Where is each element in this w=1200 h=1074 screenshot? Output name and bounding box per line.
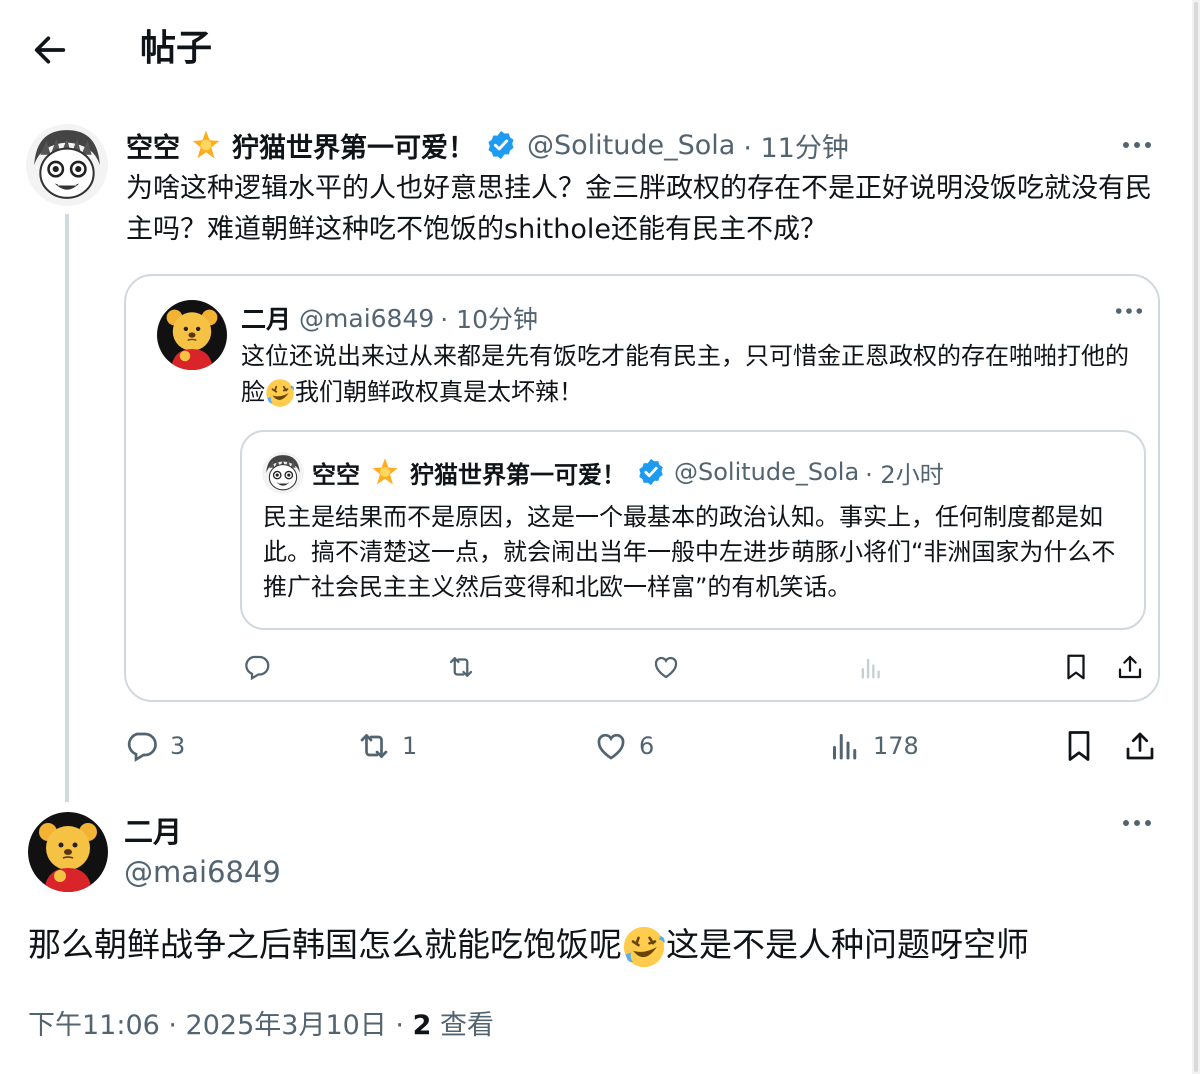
- post-meta: 下午11:06 · 2025年3月10日 · 2 查看: [28, 1004, 494, 1048]
- nested-post-header: 空空 狞猫世界第一可爱！ @Solitude_Sola · 2小时: [312, 452, 944, 492]
- bookmark-icon: [1061, 728, 1097, 764]
- display-name[interactable]: 空空: [312, 455, 360, 490]
- quoted-text-part: 我们朝鲜政权真是太坏辣！: [295, 378, 583, 406]
- post-text-part: 那么朝鲜战争之后韩国怎么就能吃饱饭呢: [28, 925, 622, 964]
- display-name[interactable]: 空空: [126, 126, 180, 165]
- verified-badge-icon[interactable]: [485, 129, 517, 161]
- reply-icon: [124, 728, 160, 764]
- like-button[interactable]: 6: [593, 728, 654, 764]
- quoted-repost-button[interactable]: [446, 652, 476, 682]
- user-handle[interactable]: @Solitude_Sola: [527, 130, 735, 161]
- quoted-views-button[interactable]: [857, 654, 885, 682]
- avatar[interactable]: [26, 124, 108, 206]
- like-icon: [593, 728, 629, 764]
- reply-count: 3: [170, 732, 186, 760]
- quoted-reply-button[interactable]: [242, 652, 272, 682]
- post-time[interactable]: · 10分钟: [440, 300, 538, 336]
- more-options-button[interactable]: [1122, 130, 1152, 150]
- share-icon: [1115, 652, 1145, 682]
- scrollbar[interactable]: [1192, 0, 1200, 1074]
- bookmark-icon: [1061, 652, 1091, 682]
- repost-icon: [356, 728, 392, 764]
- more-icon: [1115, 306, 1143, 316]
- user-handle[interactable]: @mai6849: [299, 304, 434, 333]
- nested-post-text: 民主是结果而不是原因，这是一个最基本的政治认知。事实上，任何制度都是如此。搞不清…: [263, 503, 1116, 601]
- views-count: 178: [873, 732, 919, 760]
- views-icon: [857, 654, 885, 682]
- share-icon: [1122, 728, 1158, 764]
- repost-count: 1: [402, 732, 418, 760]
- post-timestamp[interactable]: 下午11:06 · 2025年3月10日 ·: [28, 1010, 413, 1041]
- more-options-button[interactable]: [1115, 306, 1143, 316]
- repost-icon: [446, 652, 476, 682]
- display-name-suffix[interactable]: 狞猫世界第一可爱！: [232, 126, 475, 165]
- more-icon: [1122, 130, 1152, 150]
- bookmark-button[interactable]: [1061, 728, 1097, 764]
- post-text: 为啥这种逻辑水平的人也好意思挂人？金三胖政权的存在不是正好说明没饭吃就没有民主吗…: [126, 173, 1152, 245]
- post-time[interactable]: · 2小时: [865, 455, 944, 490]
- avatar[interactable]: [28, 812, 108, 892]
- more-options-button[interactable]: [1122, 818, 1152, 828]
- user-handle[interactable]: @Solitude_Sola: [674, 458, 859, 486]
- reply-icon: [242, 652, 272, 682]
- reply-button[interactable]: 3: [124, 728, 185, 764]
- display-name[interactable]: 二月: [241, 300, 291, 336]
- verified-badge-icon[interactable]: [636, 457, 666, 487]
- post-time[interactable]: · 11分钟: [743, 126, 849, 165]
- user-handle[interactable]: @mai6849: [124, 852, 281, 892]
- arrow-left-icon: [34, 36, 66, 64]
- share-button[interactable]: [1122, 728, 1158, 764]
- quoted-share-button[interactable]: [1115, 652, 1145, 682]
- like-count: 6: [639, 732, 655, 760]
- avatar[interactable]: [157, 300, 227, 370]
- star-emoji-icon: [190, 129, 222, 161]
- repost-button[interactable]: 1: [356, 728, 417, 764]
- rofl-emoji-icon: [622, 925, 666, 969]
- post-text-part: 这是不是人种问题呀空师: [666, 925, 1029, 964]
- quoted-post-text: 这位还说出来过从来都是先有饭吃才能有民主，只可惜金正恩政权的存在啪啪打他的脸 我们…: [241, 338, 1141, 410]
- quoted-post-header: 二月 @mai6849 · 10分钟: [241, 298, 538, 338]
- like-icon: [651, 652, 681, 682]
- display-name[interactable]: 二月: [124, 812, 182, 852]
- quoted-bookmark-button[interactable]: [1061, 652, 1091, 682]
- back-button[interactable]: [30, 30, 70, 70]
- more-icon: [1122, 818, 1152, 828]
- thread-connector-line: [65, 214, 69, 802]
- post-header: 空空 狞猫世界第一可爱！ @Solitude_Sola · 11分钟: [126, 124, 849, 166]
- post-text: 那么朝鲜战争之后韩国怎么就能吃饱饭呢 这是不是人种问题呀空师: [28, 918, 1029, 972]
- star-emoji-icon: [370, 457, 400, 487]
- quoted-like-button[interactable]: [651, 652, 681, 682]
- rofl-emoji-icon: [265, 378, 295, 408]
- views-button[interactable]: 178: [827, 728, 919, 764]
- display-name-suffix[interactable]: 狞猫世界第一可爱！: [410, 455, 626, 490]
- page-title: 帖子: [140, 28, 213, 69]
- views-label: 查看: [431, 1010, 494, 1041]
- views-icon: [827, 728, 863, 764]
- avatar[interactable]: [262, 452, 304, 494]
- views-count: 2: [412, 1010, 432, 1041]
